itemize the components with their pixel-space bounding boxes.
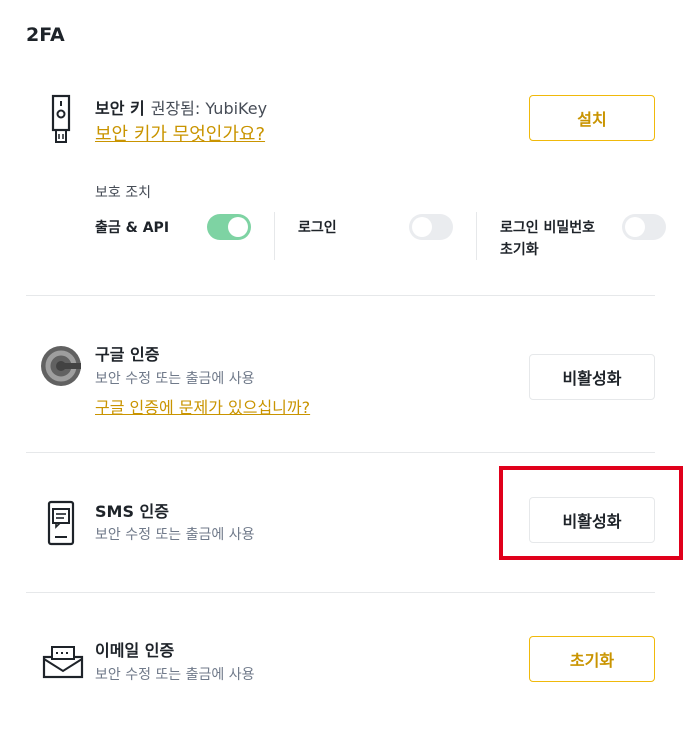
sms-auth-subtitle: 보안 수정 또는 출금에 사용 xyxy=(95,527,255,543)
protection-password-reset-label: 로그인 비밀번호 초기화 xyxy=(500,217,595,261)
email-auth-reset-button[interactable]: 초기화 xyxy=(529,636,655,682)
protection-login-label: 로그인 xyxy=(298,220,337,236)
protection-login-toggle[interactable] xyxy=(409,214,453,240)
protection-withdraw-api-toggle[interactable] xyxy=(207,214,251,240)
email-auth-title: 이메일 인증 xyxy=(95,641,175,660)
page-title: 2FA xyxy=(26,24,65,46)
google-auth-disable-button[interactable]: 비활성화 xyxy=(529,354,655,400)
protection-divider xyxy=(274,212,275,260)
toggle-knob xyxy=(412,217,432,237)
email-auth-subtitle: 보안 수정 또는 출금에 사용 xyxy=(95,667,255,683)
highlight-box xyxy=(499,466,683,560)
toggle-knob xyxy=(228,217,248,237)
google-auth-title: 구글 인증 xyxy=(95,345,160,364)
sms-phone-icon xyxy=(46,500,76,550)
security-key-title: 보안 키 xyxy=(95,99,145,118)
protection-divider xyxy=(476,212,477,260)
section-divider xyxy=(26,295,655,296)
security-key-info-link[interactable]: 보안 키가 무엇인가요? xyxy=(95,120,265,146)
protection-withdraw-api-label: 출금 & API xyxy=(95,220,170,236)
protection-password-reset-line1: 로그인 비밀번호 xyxy=(500,220,596,236)
usb-key-icon xyxy=(50,94,72,148)
protection-password-reset-line2: 초기화 xyxy=(500,242,539,258)
security-key-heading: 보안 키 권장됨: YubiKey xyxy=(95,95,267,119)
security-key-recommended: 권장됨: YubiKey xyxy=(150,99,268,118)
section-divider xyxy=(26,452,655,453)
google-authenticator-icon xyxy=(40,345,82,391)
sms-auth-title: SMS 인증 xyxy=(95,502,169,521)
email-envelope-icon xyxy=(42,645,84,683)
google-auth-help-link[interactable]: 구글 인증에 문제가 있으십니까? xyxy=(95,394,310,418)
protection-password-reset-toggle[interactable] xyxy=(622,214,666,240)
google-auth-subtitle: 보안 수정 또는 출금에 사용 xyxy=(95,371,255,387)
section-divider xyxy=(26,592,655,593)
toggle-knob xyxy=(625,217,645,237)
install-security-key-button[interactable]: 설치 xyxy=(529,95,655,141)
protection-heading: 보호 조치 xyxy=(95,185,151,201)
